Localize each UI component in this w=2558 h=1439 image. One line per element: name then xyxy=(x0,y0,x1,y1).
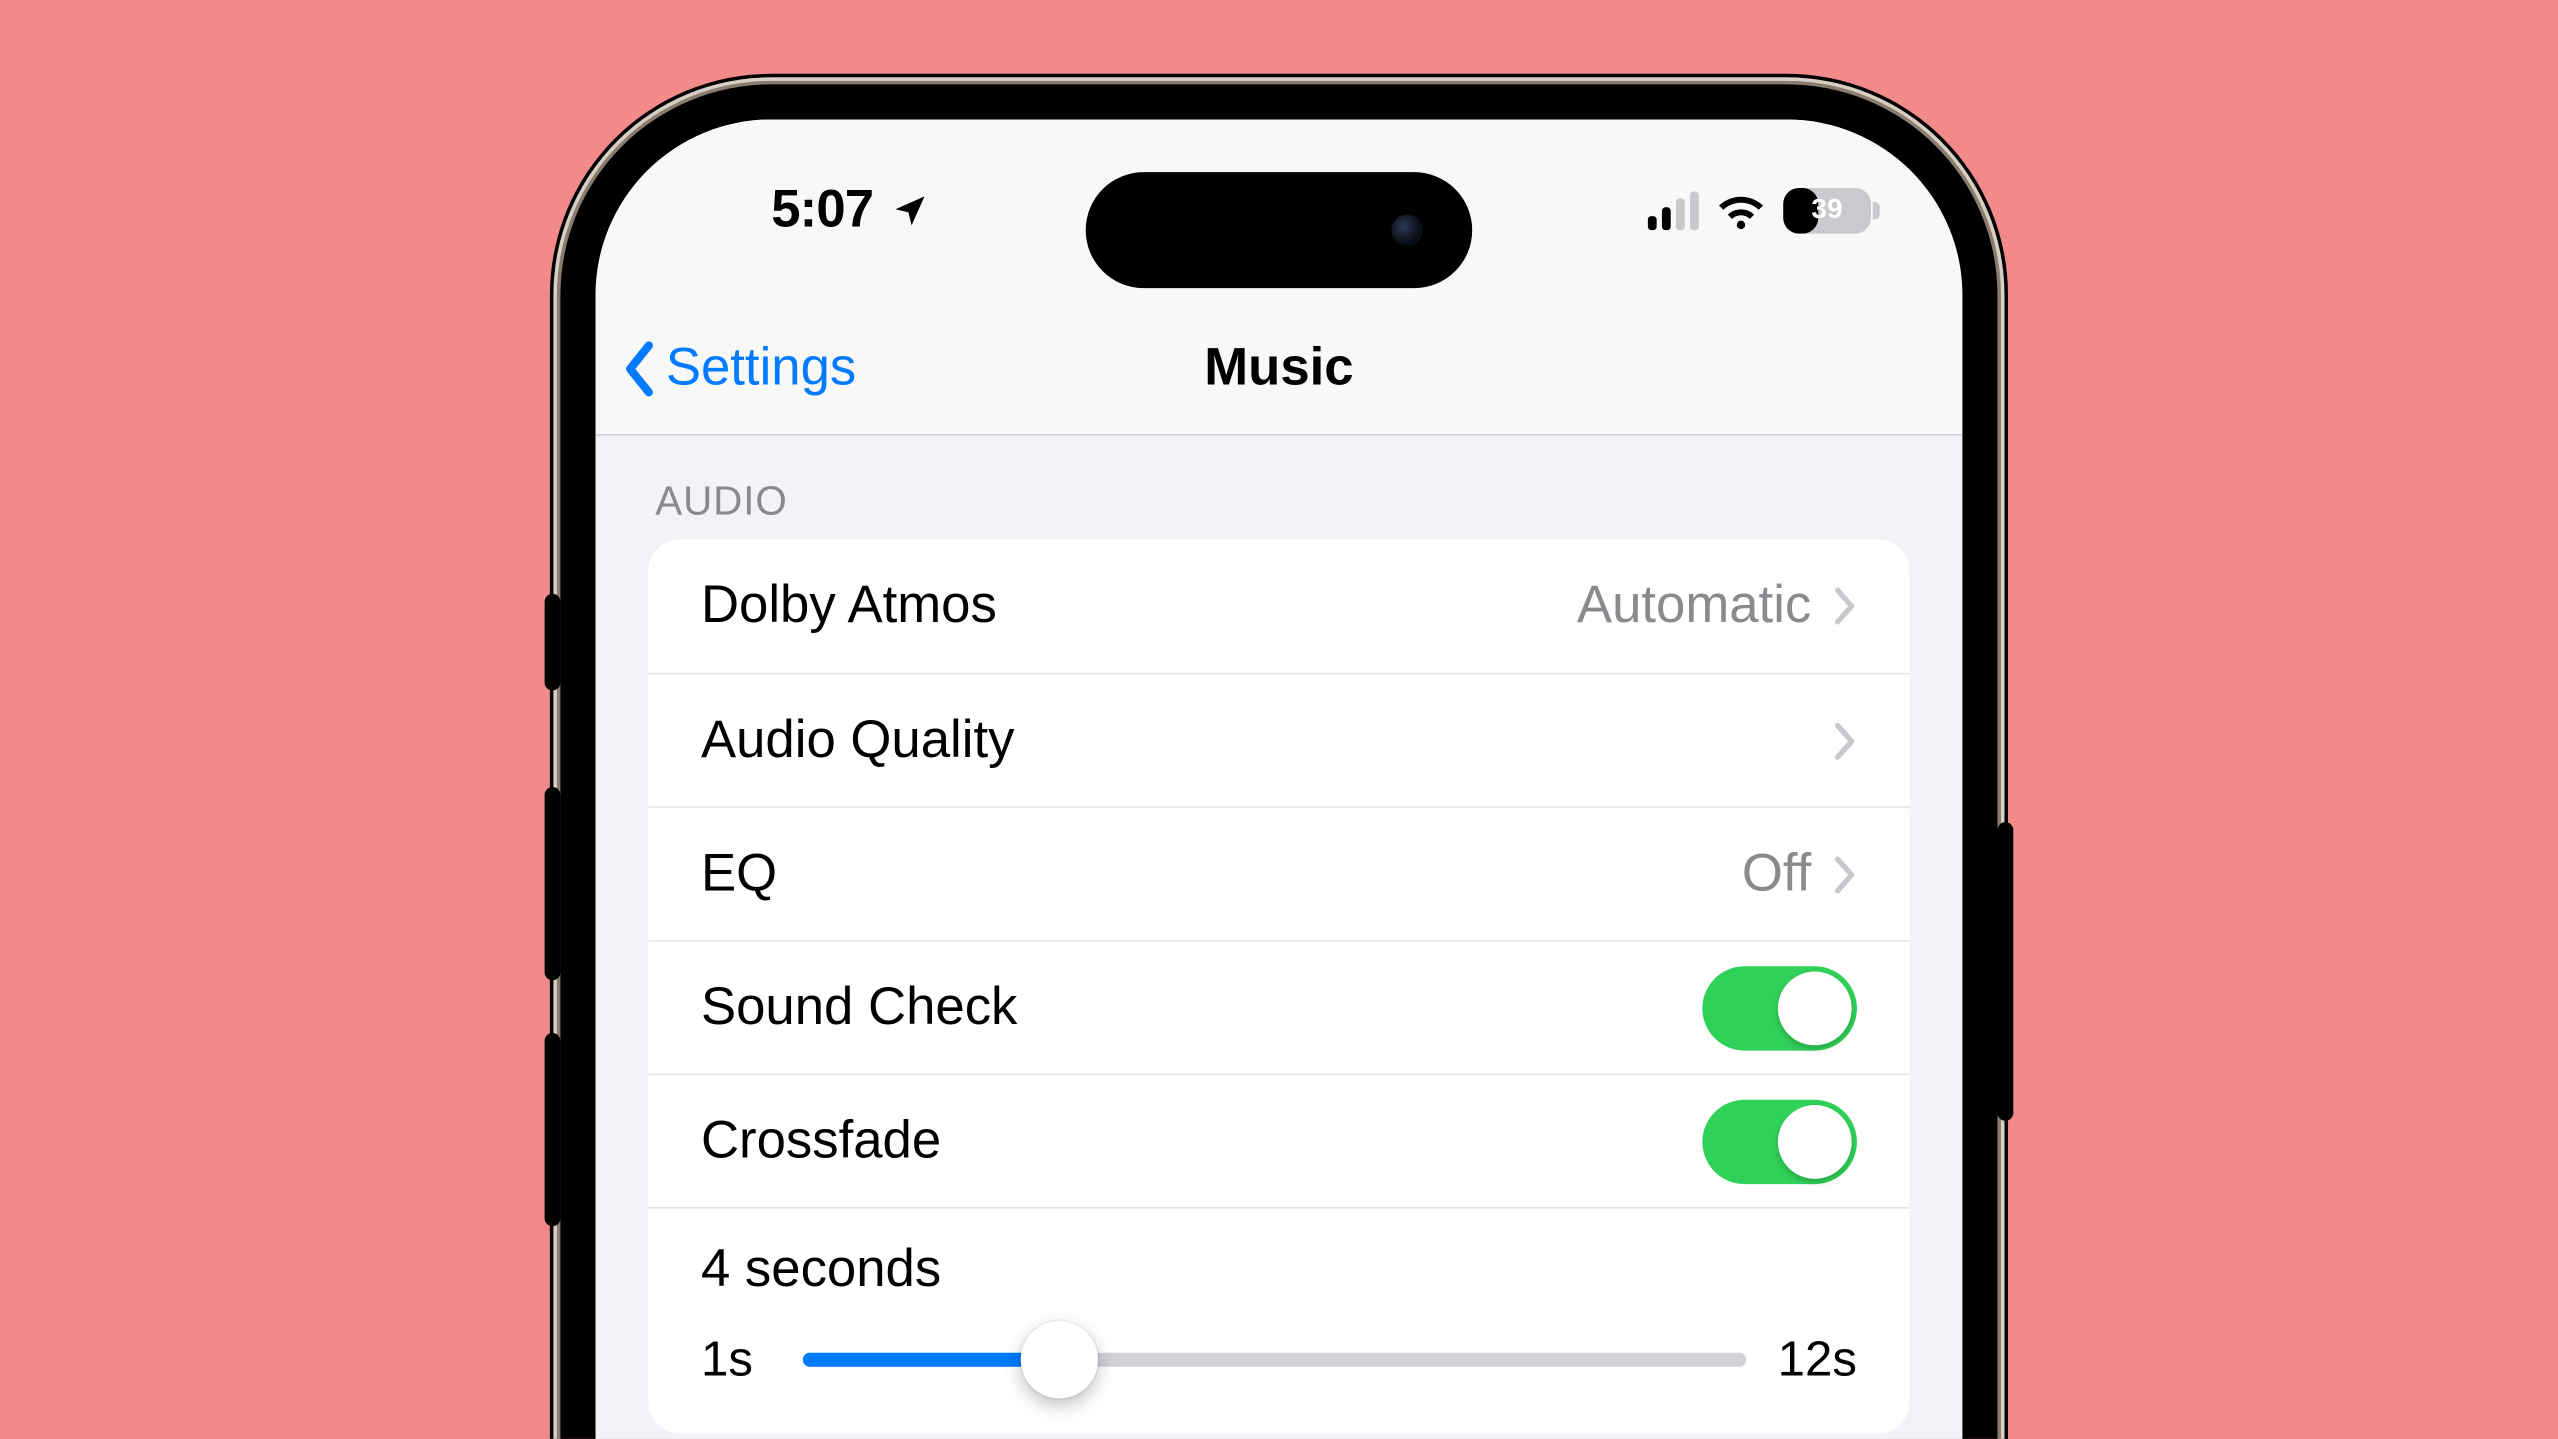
slider-max-label: 12s xyxy=(1778,1332,1857,1388)
back-label: Settings xyxy=(666,338,856,398)
nav-bar: Settings Music xyxy=(596,302,1963,436)
row-crossfade-duration: 4 seconds 1s 12s xyxy=(648,1207,1909,1434)
cellular-signal-icon xyxy=(1648,191,1699,230)
section-header-audio: AUDIO xyxy=(596,436,1963,540)
row-label: Sound Check xyxy=(701,978,1702,1038)
battery-percent: 39 xyxy=(1783,188,1871,234)
row-label: Dolby Atmos xyxy=(701,576,1577,636)
phone-bezel: 5:07 xyxy=(560,84,1997,1438)
row-label: Crossfade xyxy=(701,1111,1702,1171)
chevron-right-icon xyxy=(1832,853,1857,895)
row-value: Automatic xyxy=(1577,576,1811,636)
status-time: 5:07 xyxy=(771,181,873,241)
chevron-left-icon xyxy=(620,340,659,396)
power-button[interactable] xyxy=(1997,822,2013,1121)
location-icon xyxy=(891,191,930,230)
row-label: EQ xyxy=(701,844,1742,904)
volume-up-button[interactable] xyxy=(545,787,561,980)
chevron-right-icon xyxy=(1832,719,1857,761)
dynamic-island[interactable] xyxy=(1086,172,1472,288)
volume-down-button[interactable] xyxy=(545,1033,561,1226)
crossfade-slider[interactable] xyxy=(803,1353,1746,1367)
wifi-icon xyxy=(1716,191,1765,230)
row-label: Audio Quality xyxy=(701,711,1832,771)
row-value: Off xyxy=(1742,844,1811,904)
row-sound-check: Sound Check xyxy=(648,940,1909,1074)
chevron-right-icon xyxy=(1832,585,1857,627)
row-dolby-atmos[interactable]: Dolby Atmos Automatic xyxy=(648,539,1909,673)
mute-switch[interactable] xyxy=(545,594,561,691)
settings-group-audio: Dolby Atmos Automatic Audio Quality xyxy=(648,539,1909,1433)
slider-min-label: 1s xyxy=(701,1332,771,1388)
back-button[interactable]: Settings xyxy=(620,302,856,434)
slider-thumb[interactable] xyxy=(1021,1321,1098,1398)
page-title: Music xyxy=(1204,338,1353,398)
slider-value-label: 4 seconds xyxy=(701,1240,1857,1300)
toggle-crossfade[interactable] xyxy=(1702,1099,1857,1183)
battery-indicator: 39 xyxy=(1783,188,1871,234)
toggle-sound-check[interactable] xyxy=(1702,965,1857,1049)
row-crossfade: Crossfade xyxy=(648,1073,1909,1207)
row-eq[interactable]: EQ Off xyxy=(648,806,1909,940)
row-audio-quality[interactable]: Audio Quality xyxy=(648,673,1909,807)
